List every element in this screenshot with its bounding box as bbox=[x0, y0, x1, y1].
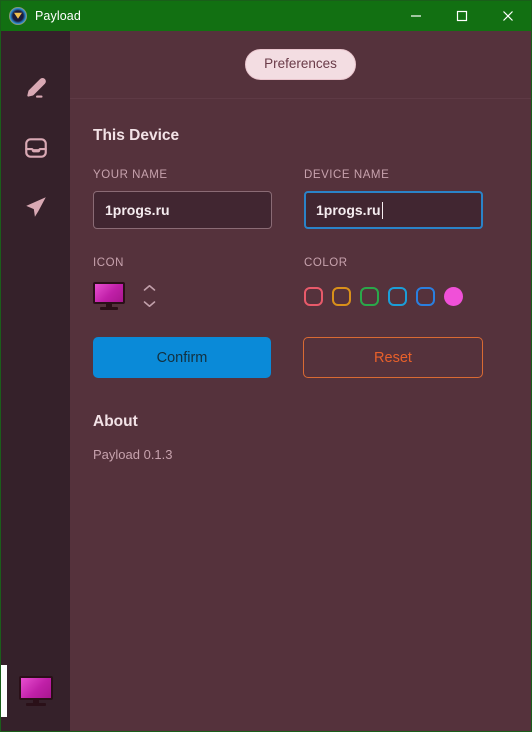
preferences-content: This Device YOUR NAME 1progs.ru DEVICE N… bbox=[70, 99, 531, 462]
title-bar: Payload bbox=[1, 1, 531, 31]
selection-indicator bbox=[1, 665, 7, 717]
color-swatch-green[interactable] bbox=[360, 286, 379, 306]
device-name-label: DEVICE NAME bbox=[304, 169, 390, 181]
icon-label: ICON bbox=[93, 257, 124, 269]
color-swatch-list bbox=[304, 279, 483, 313]
chevron-up-icon bbox=[143, 284, 156, 291]
icon-picker[interactable] bbox=[93, 279, 272, 313]
your-name-value: 1progs.ru bbox=[105, 202, 170, 218]
paper-plane-icon bbox=[25, 197, 46, 217]
window-controls bbox=[393, 1, 531, 31]
monitor-icon bbox=[18, 676, 53, 706]
inbox-icon bbox=[24, 138, 47, 158]
icon-color-row: ICON COLOR bbox=[93, 257, 483, 313]
about-heading: About bbox=[93, 413, 138, 430]
minimize-button[interactable] bbox=[393, 1, 439, 31]
color-swatch-cyan[interactable] bbox=[388, 286, 407, 306]
payload-logo-icon bbox=[9, 7, 27, 25]
color-group: COLOR bbox=[304, 257, 483, 313]
icon-group: ICON bbox=[93, 257, 272, 313]
main-panel: Preferences This Device YOUR NAME 1progs… bbox=[70, 31, 531, 731]
color-label: COLOR bbox=[304, 257, 348, 269]
chevron-down-icon bbox=[143, 301, 156, 307]
icon-spinner[interactable] bbox=[143, 279, 156, 313]
preferences-tab[interactable]: Preferences bbox=[245, 49, 356, 80]
close-button[interactable] bbox=[485, 1, 531, 31]
your-name-group: YOUR NAME 1progs.ru bbox=[93, 169, 272, 229]
color-swatch-orange[interactable] bbox=[332, 286, 351, 306]
sidebar bbox=[1, 31, 70, 731]
your-name-input[interactable]: 1progs.ru bbox=[93, 191, 272, 229]
sidebar-item-compose[interactable] bbox=[16, 69, 56, 109]
sidebar-item-inbox[interactable] bbox=[16, 128, 56, 168]
body-row: Preferences This Device YOUR NAME 1progs… bbox=[1, 31, 531, 731]
your-name-label: YOUR NAME bbox=[93, 169, 168, 181]
pencil-icon bbox=[26, 78, 46, 98]
maximize-button[interactable] bbox=[439, 1, 485, 31]
device-name-group: DEVICE NAME 1progs.ru bbox=[304, 169, 483, 229]
app-window: Payload Preferences This Device YOUR NAM… bbox=[0, 0, 532, 732]
about-version: Payload 0.1.3 bbox=[93, 447, 173, 462]
sidebar-item-send[interactable] bbox=[16, 187, 56, 227]
action-buttons: Confirm Reset bbox=[93, 337, 483, 378]
color-swatch-red[interactable] bbox=[304, 286, 323, 306]
sidebar-device-item[interactable] bbox=[1, 661, 70, 721]
device-name-value: 1progs.ru bbox=[316, 202, 381, 218]
page-header: Preferences bbox=[70, 31, 531, 99]
this-device-heading: This Device bbox=[93, 127, 180, 144]
color-swatch-magenta[interactable] bbox=[444, 286, 463, 306]
window-title: Payload bbox=[35, 9, 81, 23]
device-name-input[interactable]: 1progs.ru bbox=[304, 191, 483, 229]
name-fields-row: YOUR NAME 1progs.ru DEVICE NAME 1progs.r… bbox=[93, 169, 483, 229]
color-swatch-blue[interactable] bbox=[416, 286, 435, 306]
reset-button[interactable]: Reset bbox=[303, 337, 483, 378]
monitor-icon bbox=[93, 282, 125, 310]
text-caret bbox=[381, 201, 383, 219]
confirm-button[interactable]: Confirm bbox=[93, 337, 271, 378]
